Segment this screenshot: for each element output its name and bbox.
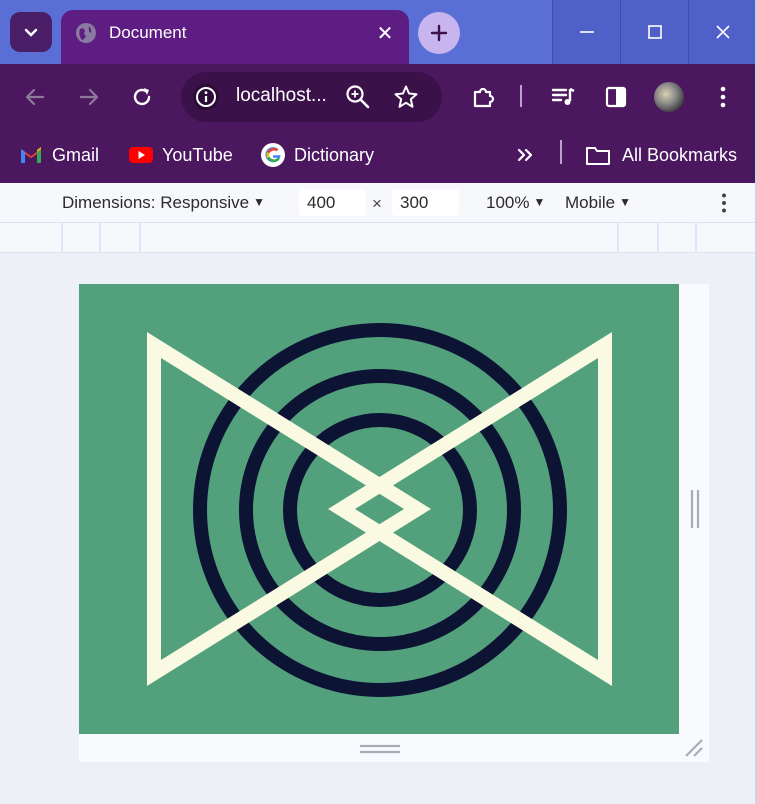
caret-down-icon: ▼ (533, 195, 546, 209)
ruler-mark (99, 223, 101, 253)
all-bookmarks-label: All Bookmarks (622, 144, 738, 165)
close-tab-icon[interactable]: ✕ (372, 20, 398, 46)
folder-icon (585, 143, 611, 167)
gmail-icon (19, 143, 43, 167)
google-icon (261, 143, 285, 167)
reload-icon (133, 88, 151, 106)
maximize-button[interactable] (620, 0, 688, 64)
browser-toolbar: localhost... (0, 64, 757, 130)
all-bookmarks-button[interactable]: All Bookmarks (585, 140, 737, 170)
kebab-menu-icon (720, 86, 726, 108)
ruler-mark (617, 223, 619, 253)
ruler-mark (61, 223, 63, 253)
device-toolbar: Dimensions: Responsive ▼ 400 × 300 100% ▼ … (0, 183, 757, 223)
tab-document[interactable]: Document ✕ (61, 10, 409, 64)
bookmark-youtube[interactable]: YouTube (129, 140, 233, 170)
window-controls (552, 0, 757, 64)
address-bar[interactable]: localhost... (181, 72, 442, 122)
ruler-mark (657, 223, 659, 253)
side-panel-button[interactable] (601, 82, 631, 112)
reload-button[interactable] (127, 82, 157, 112)
tab-title: Document (109, 23, 187, 42)
dimensions-label: Dimensions: Responsive (62, 193, 250, 212)
back-button[interactable] (20, 82, 50, 112)
resize-handle-right[interactable] (690, 490, 700, 528)
zoom-icon[interactable] (345, 84, 371, 110)
side-panel-icon (605, 86, 627, 108)
dimensions-dropdown[interactable]: Dimensions: Responsive ▼ (62, 193, 265, 213)
puzzle-icon (473, 87, 495, 108)
tab-search-button[interactable] (10, 12, 52, 52)
url-text: localhost... (236, 85, 327, 106)
ruler-mark (139, 223, 141, 253)
close-window-button[interactable] (688, 0, 756, 64)
bookmark-dictionary[interactable]: Dictionary (261, 140, 374, 170)
device-mode-label: Mobile (565, 193, 616, 212)
dimension-separator: × (372, 194, 382, 213)
chevron-down-icon (24, 28, 38, 37)
bookmarks-divider (560, 140, 562, 164)
device-mode-dropdown[interactable]: Mobile ▼ (565, 193, 631, 213)
site-info-icon[interactable] (193, 84, 219, 110)
forward-button[interactable] (74, 82, 104, 112)
ruler-mark (695, 223, 697, 253)
bookmarks-bar: Gmail YouTube Dictionary All Bookmarks (0, 130, 757, 183)
caret-down-icon: ▼ (619, 195, 631, 209)
resize-handle-bottom[interactable] (360, 744, 400, 754)
media-query-ruler[interactable] (0, 223, 757, 253)
youtube-icon (129, 143, 153, 167)
maximize-icon (647, 25, 662, 39)
more-bookmarks-button[interactable] (515, 140, 535, 170)
viewport-width-input[interactable]: 400 (299, 189, 366, 216)
info-circle-icon (196, 87, 216, 107)
double-chevron-right-icon (517, 148, 533, 162)
extensions-button[interactable] (468, 82, 498, 112)
plus-icon (430, 24, 448, 42)
zoom-dropdown[interactable]: 100% ▼ (486, 193, 545, 213)
caret-down-icon: ▼ (253, 195, 265, 209)
new-tab-button[interactable] (418, 12, 460, 54)
forward-arrow-icon (79, 88, 99, 106)
bookmark-label: YouTube (162, 144, 233, 165)
profile-avatar[interactable] (654, 82, 684, 112)
page-canvas (79, 284, 679, 734)
back-arrow-icon (25, 88, 45, 106)
toolbar-divider (520, 85, 522, 107)
browser-menu-button[interactable] (708, 82, 738, 112)
zoom-label: 100% (486, 193, 530, 212)
device-options-icon[interactable] (720, 192, 728, 214)
close-icon (715, 25, 730, 39)
viewport-height-input[interactable]: 300 (392, 189, 459, 216)
bookmark-label: Dictionary (294, 144, 375, 165)
bookmark-gmail[interactable]: Gmail (19, 140, 99, 170)
globe-icon (76, 23, 96, 43)
bookmark-star-icon[interactable] (393, 84, 419, 110)
playlist-icon (551, 87, 575, 105)
minimize-button[interactable] (552, 0, 620, 64)
media-controls-button[interactable] (548, 82, 578, 112)
bookmark-label: Gmail (52, 144, 100, 165)
resize-handle-corner[interactable] (684, 738, 704, 758)
minimize-icon (579, 31, 594, 33)
